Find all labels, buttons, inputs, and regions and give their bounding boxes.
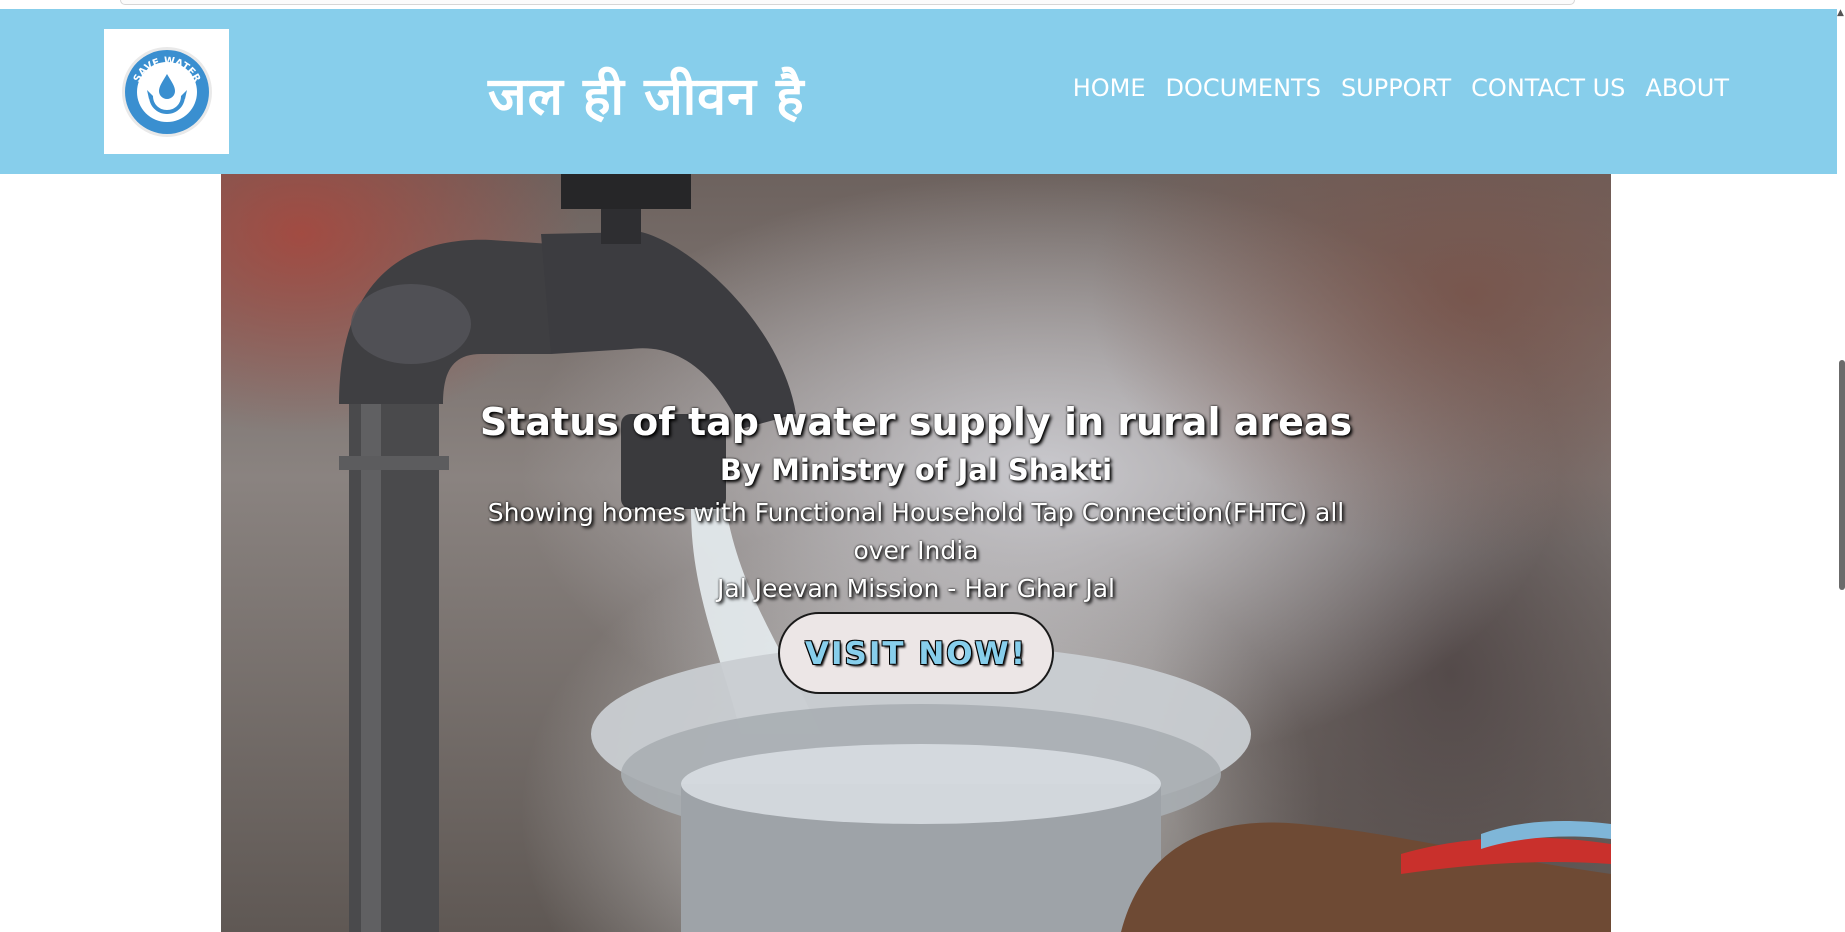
- hero-banner: Status of tap water supply in rural area…: [221, 174, 1611, 932]
- scroll-up-arrow-icon[interactable]: ▲: [1837, 8, 1845, 18]
- navbar: SAVE WATER जल ही जीवन है HOME DOCUMENTS …: [0, 9, 1837, 174]
- page-scrollbar[interactable]: ▲: [1837, 0, 1845, 932]
- visit-now-button[interactable]: VISIT NOW!: [778, 612, 1054, 694]
- site-title: जल ही जीवन है: [488, 67, 805, 127]
- hero-description: Showing homes with Functional Household …: [487, 498, 1345, 565]
- hero-title: Status of tap water supply in rural area…: [479, 400, 1353, 444]
- main-nav: HOME DOCUMENTS SUPPORT CONTACT US ABOUT: [1073, 74, 1729, 102]
- nav-home[interactable]: HOME: [1073, 74, 1146, 102]
- nav-documents[interactable]: DOCUMENTS: [1166, 74, 1321, 102]
- hero-mission: Jal Jeevan Mission - Har Ghar Jal: [717, 574, 1115, 603]
- hero-content: Status of tap water supply in rural area…: [221, 396, 1611, 694]
- logo[interactable]: SAVE WATER: [104, 29, 229, 154]
- nav-about[interactable]: ABOUT: [1645, 74, 1729, 102]
- browser-bar-edge: [120, 0, 1575, 5]
- scrollbar-thumb[interactable]: [1839, 360, 1845, 590]
- hero-subtitle: By Ministry of Jal Shakti: [719, 453, 1113, 487]
- nav-support[interactable]: SUPPORT: [1341, 74, 1451, 102]
- water-drop-hands-icon: SAVE WATER: [121, 46, 212, 137]
- nav-contact-us[interactable]: CONTACT US: [1471, 74, 1625, 102]
